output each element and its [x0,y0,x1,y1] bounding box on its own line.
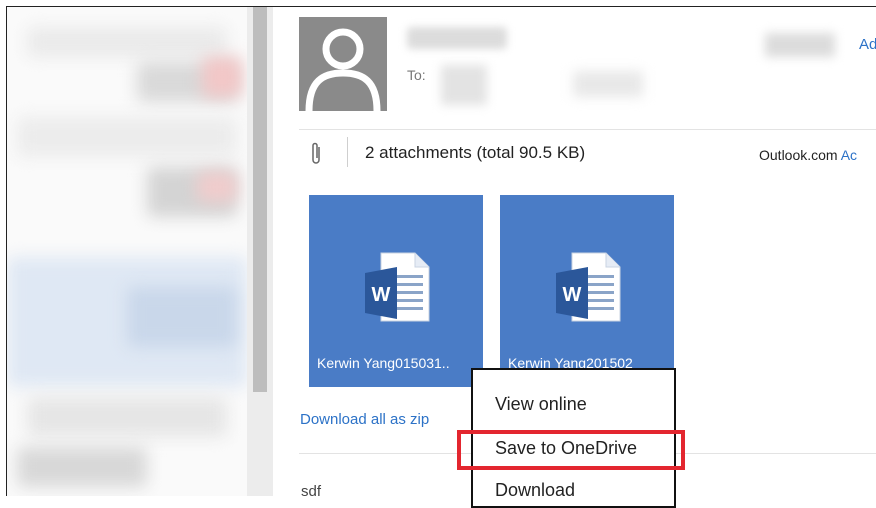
header-divider [299,129,876,130]
outlook-action-link[interactable]: Ac [841,147,857,163]
attachment-name: Kerwin Yang015031.. [317,355,450,371]
paperclip-icon [312,142,320,164]
attachments-summary: 2 attachments (total 90.5 KB) [365,143,586,162]
svg-text:W: W [563,284,582,306]
date-blurred [765,33,835,57]
recipient-blurred [441,65,487,105]
recipient-blurred [573,71,643,97]
person-icon [305,28,381,111]
message-list-blurred [7,7,247,496]
attachment-tile[interactable]: W Kerwin Yang015031.. [309,195,483,387]
message-list-scrollbar-thumb[interactable] [253,7,267,392]
sender-name-blurred [407,27,507,49]
attachment-tile[interactable]: W Kerwin Yang201502 [500,195,674,387]
download-all-zip-link[interactable]: Download all as zip [300,411,429,428]
attachments-separator [347,137,348,167]
svg-text:W: W [372,284,391,306]
header-action-link[interactable]: Ad [859,36,876,53]
sender-avatar [299,17,387,111]
highlight-box [457,430,685,470]
message-body: sdf [301,483,322,496]
to-label: To: [407,67,426,83]
outlook-window: To: Ad 2 attachments (total 90.5 KB) Out… [6,6,876,496]
menu-item-view-online[interactable]: View online [495,394,587,415]
outlook-label: Outlook.com [759,147,838,163]
outlook-actions: Outlook.com Ac [759,147,857,163]
word-document-icon: W [556,252,621,322]
word-document-icon: W [365,252,430,322]
menu-item-download[interactable]: Download [495,480,575,501]
